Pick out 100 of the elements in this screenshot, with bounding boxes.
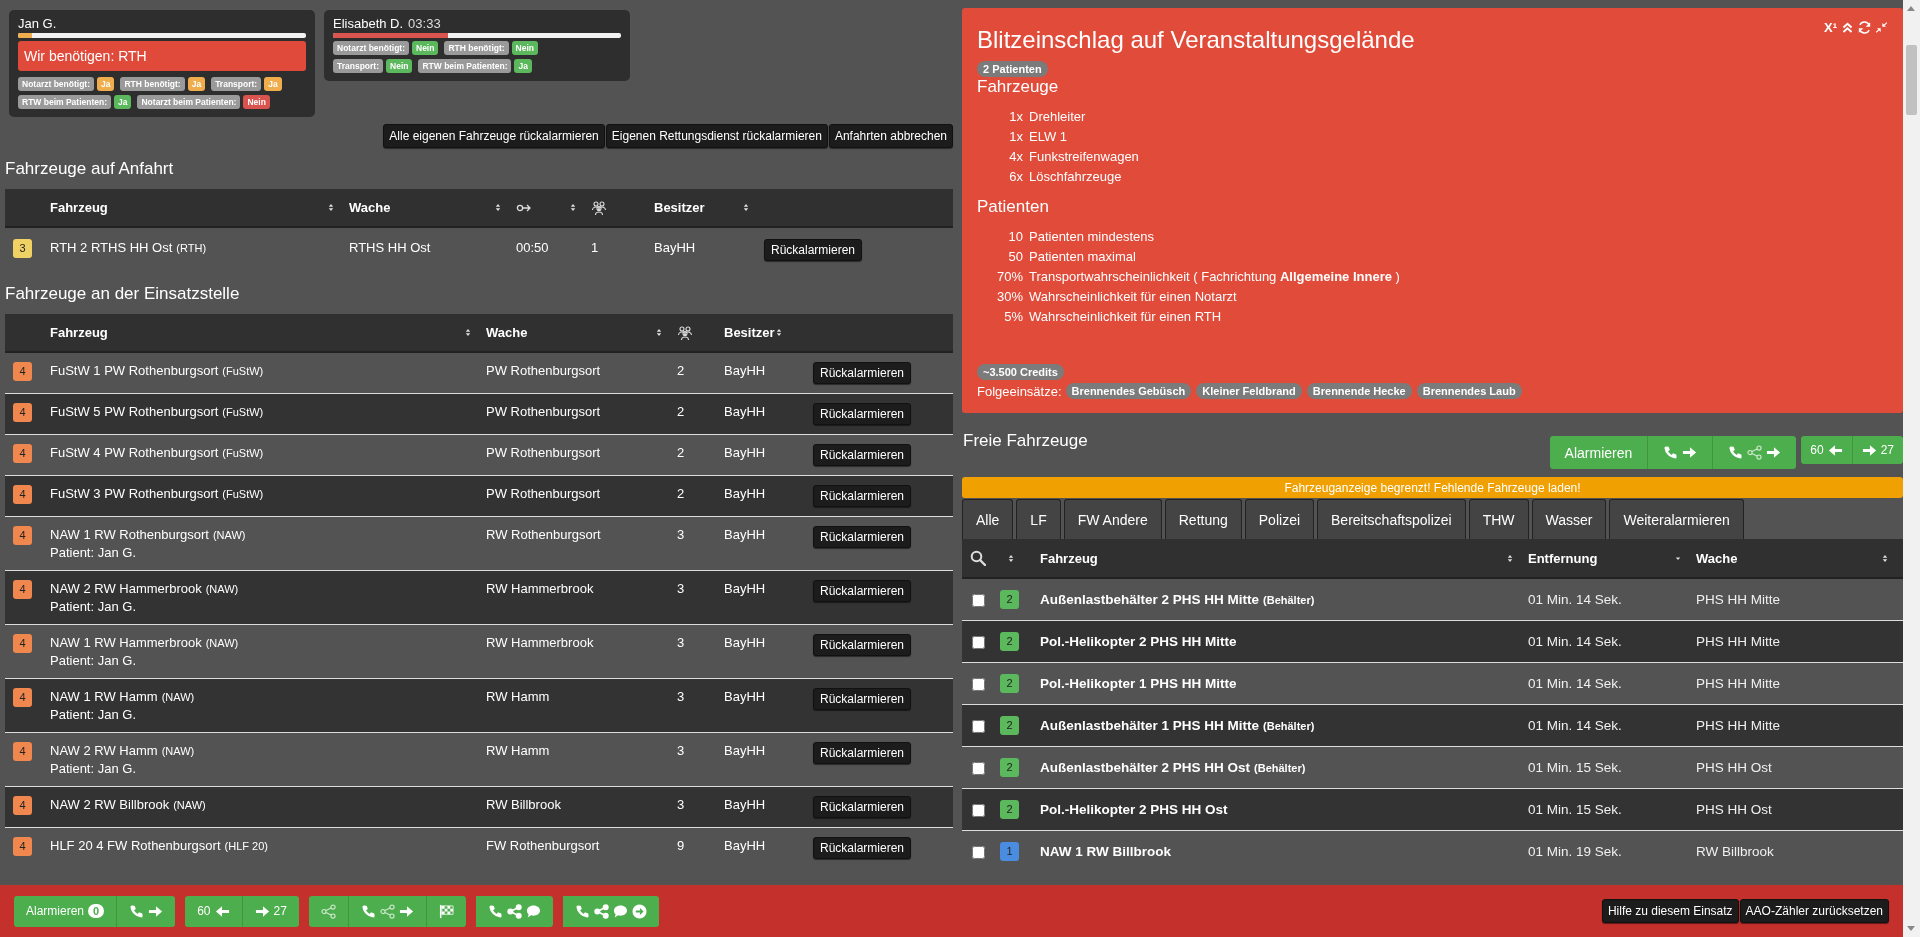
tab[interactable]: Alle xyxy=(962,499,1014,539)
followup-tag[interactable]: Brennendes Laub xyxy=(1416,383,1522,399)
status-badge: 4 xyxy=(13,634,32,653)
call-share-chat-button[interactable] xyxy=(475,895,553,927)
status-badge: 2 xyxy=(1000,632,1019,651)
table-cell: PHS HH Mitte xyxy=(1696,676,1780,691)
table-cell: PHS HH Ost xyxy=(1696,760,1772,775)
status-badge: 4 xyxy=(13,796,32,815)
call-next-button[interactable] xyxy=(1648,436,1714,469)
recall-button[interactable]: Rückalarmieren xyxy=(813,485,912,507)
vehicle-type: (Behälter) xyxy=(1263,593,1315,606)
column-header[interactable]: Wache xyxy=(486,325,528,340)
recall-button[interactable]: Rückalarmieren xyxy=(764,239,863,261)
action-button[interactable]: Eigenen Rettungsdienst rückalarmieren xyxy=(605,124,828,148)
checkbox[interactable] xyxy=(972,720,985,734)
flag-value: Ja xyxy=(264,77,282,91)
recall-button[interactable]: Rückalarmieren xyxy=(813,362,912,384)
table-cell: PHS HH Mitte xyxy=(1696,718,1780,733)
call-share-next-button[interactable] xyxy=(348,895,427,927)
recall-button[interactable]: Rückalarmieren xyxy=(813,742,912,764)
call-share-chat-next-button[interactable] xyxy=(562,895,659,927)
vehicle-name[interactable]: Außenlastbehälter 2 PHS HH Mitte xyxy=(1040,591,1260,607)
checkbox[interactable] xyxy=(972,762,985,776)
requirement-label: Patienten mindestens xyxy=(1029,228,1155,246)
column-header[interactable]: Besitzer xyxy=(654,200,705,215)
checkbox[interactable] xyxy=(972,636,985,650)
recall-button[interactable]: Rückalarmieren xyxy=(813,688,912,710)
status-badge: 3 xyxy=(13,239,32,258)
followup-tag[interactable]: Kleiner Feldbrand xyxy=(1196,383,1302,399)
table-cell: BayHH xyxy=(724,527,766,542)
checkbox[interactable] xyxy=(972,804,985,818)
recall-button[interactable]: Rückalarmieren xyxy=(813,403,912,425)
vehicle-type: (FuStW) xyxy=(222,365,264,377)
checkbox[interactable] xyxy=(972,594,985,608)
vehicle-name[interactable]: Pol.-Helikopter 1 PHS HH Mitte xyxy=(1040,676,1237,691)
recall-button[interactable]: Rückalarmieren xyxy=(813,580,912,602)
requirement-label: Wahrscheinlichkeit für einen RTH xyxy=(1029,308,1222,326)
share-button[interactable] xyxy=(308,895,349,927)
vehicle-type: (NAW) xyxy=(212,529,246,541)
count-badge: 0 xyxy=(88,904,105,918)
vehicle-name[interactable]: Außenlastbehälter 1 PHS HH Mitte xyxy=(1040,717,1260,733)
section-title: Freie Fahrzeuge xyxy=(963,430,1088,452)
vehicle-name[interactable]: Pol.-Helikopter 2 PHS HH Ost xyxy=(1040,802,1228,817)
recall-button[interactable]: Rückalarmieren xyxy=(813,796,912,818)
tab[interactable]: FW Andere xyxy=(1063,499,1162,539)
column-header[interactable]: Wache xyxy=(1696,550,1738,566)
share-icon xyxy=(593,903,609,919)
tab[interactable]: Polizei xyxy=(1244,499,1315,539)
vehicle-name[interactable]: Pol.-Helikopter 2 PHS HH Mitte xyxy=(1040,634,1237,649)
column-header[interactable]: Wache xyxy=(349,200,391,215)
phone-icon xyxy=(574,903,590,919)
column-header[interactable]: Fahrzeug xyxy=(1040,550,1098,566)
call-next-button[interactable] xyxy=(117,895,176,927)
flag-label: Notarzt benötigt: xyxy=(333,41,409,55)
recall-button[interactable]: Rückalarmieren xyxy=(813,444,912,466)
recall-button[interactable]: Rückalarmieren xyxy=(813,837,912,859)
patient-name: Patient: Jan G. xyxy=(50,760,137,777)
vehicle-type: (Behälter) xyxy=(1263,719,1315,732)
vehicle-type: (NAW) xyxy=(205,637,239,649)
superscript-toggle[interactable]: X¹ xyxy=(1824,20,1837,35)
requirement-label: ELW 1 xyxy=(1029,128,1068,146)
column-header[interactable]: Fahrzeug xyxy=(50,200,108,215)
flag-label: RTH benötigt: xyxy=(444,41,509,55)
action-button[interactable]: Anfahrten abbrechen xyxy=(828,124,953,148)
tab[interactable]: Wasser xyxy=(1531,499,1607,539)
table-cell: PHS HH Mitte xyxy=(1696,634,1780,649)
tab[interactable]: Bereitschaftspolizei xyxy=(1317,499,1466,539)
chevrons-up-icon xyxy=(1841,21,1854,34)
finish-button[interactable] xyxy=(426,895,466,927)
table-cell: 3 xyxy=(677,527,685,542)
recall-button[interactable]: Rückalarmieren xyxy=(813,526,912,548)
table-cell: 3 xyxy=(677,797,685,812)
scrollbar[interactable] xyxy=(1903,0,1920,937)
phone-icon xyxy=(1728,445,1744,460)
column-header[interactable]: Besitzer xyxy=(724,325,775,340)
recall-button[interactable]: Rückalarmieren xyxy=(813,634,912,656)
action-button[interactable]: Alle eigenen Fahrzeuge rückalarmieren xyxy=(383,124,605,148)
action-button[interactable]: AAO-Zähler zurücksetzen xyxy=(1739,899,1889,923)
vehicle-name[interactable]: NAW 1 RW Billbrook xyxy=(1040,844,1171,859)
table-cell: FW Rothenburgsort xyxy=(486,838,600,853)
followup-tag[interactable]: Brennende Hecke xyxy=(1306,383,1412,399)
column-header[interactable]: Fahrzeug xyxy=(50,325,108,340)
column-header[interactable]: Entfernung xyxy=(1528,550,1598,566)
requirement-count: 50 xyxy=(1007,248,1023,266)
checkbox[interactable] xyxy=(972,678,985,692)
table-cell: RTHS HH Ost xyxy=(349,240,431,255)
action-button[interactable]: Hilfe zu diesem Einsatz xyxy=(1601,899,1739,923)
flag-value: Nein xyxy=(386,59,413,73)
checkbox[interactable] xyxy=(972,846,985,860)
tab[interactable]: Weiteralarmieren xyxy=(1609,499,1744,539)
call-share-next-button[interactable] xyxy=(1713,436,1797,469)
table-cell: RW Hamm xyxy=(486,743,550,758)
followup-tag[interactable]: Brennendes Gebüsch xyxy=(1065,383,1192,399)
tab[interactable]: THW xyxy=(1468,499,1529,539)
tab[interactable]: LF xyxy=(1016,499,1061,539)
vehicle-type: (NAW) xyxy=(161,745,195,757)
table-cell: BayHH xyxy=(724,404,766,419)
tab[interactable]: Rettung xyxy=(1164,499,1242,539)
vehicle-name[interactable]: Außenlastbehälter 2 PHS HH Ost xyxy=(1040,759,1251,775)
status-badge: 2 xyxy=(1000,674,1019,693)
